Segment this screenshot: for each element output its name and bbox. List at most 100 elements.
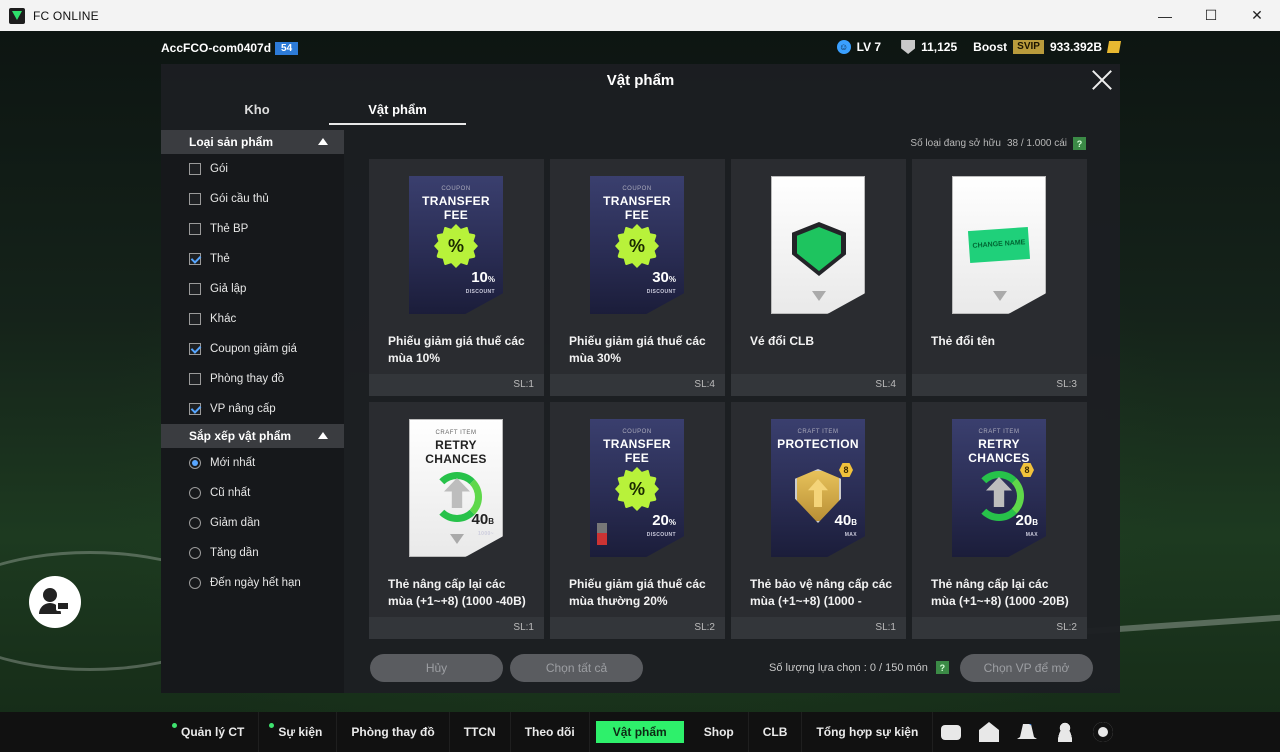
filter-option[interactable]: Coupon giảm giá <box>161 334 344 364</box>
hud-stats: ☺ LV 7 11,125 Boost SVIP 933.392B <box>836 40 1122 54</box>
sort-option[interactable]: Mới nhất <box>161 448 344 478</box>
sort-option[interactable]: Cũ nhất <box>161 478 344 508</box>
cancel-button[interactable]: Hủy <box>370 654 503 682</box>
item-card[interactable]: COUPON TRANSFER FEE% 20% DISCOUNT Phiếu giảm… <box>550 402 725 639</box>
card-value-sub: MAX <box>1025 532 1038 538</box>
card-tag: CRAFT ITEM <box>797 429 839 435</box>
card-tag: CRAFT ITEM <box>435 430 477 436</box>
account-name: AccFCO-com0407d <box>161 41 272 55</box>
filter-option[interactable]: Khác <box>161 304 344 334</box>
filter-option-label: Gói <box>210 163 228 175</box>
item-quantity: SL:2 <box>912 617 1087 639</box>
checkbox-icon[interactable] <box>189 223 201 235</box>
help-icon[interactable]: ? <box>935 661 949 674</box>
minimize-button[interactable]: — <box>1142 0 1188 31</box>
item-quantity: SL:1 <box>369 617 544 639</box>
item-quantity: SL:2 <box>550 617 725 639</box>
nav-item[interactable]: TTCN <box>450 712 511 752</box>
item-name: Phiếu giảm giá thuế các mùa 30% <box>569 334 706 365</box>
filter-option-label: VP nâng cấp <box>210 403 276 415</box>
checkbox-icon[interactable] <box>189 313 201 325</box>
notification-badge: 14 <box>1026 724 1037 726</box>
maximize-button[interactable]: ☐ <box>1188 0 1234 31</box>
filter-option[interactable]: VP nâng cấp <box>161 394 344 424</box>
tab-kho[interactable]: Kho <box>195 102 319 125</box>
card-value-number: 40 <box>834 512 852 529</box>
chat-bubble-button[interactable] <box>29 576 81 628</box>
card-value: 20% DISCOUNT <box>647 513 676 541</box>
nav-item[interactable]: CLB <box>749 712 803 752</box>
restricted-stamp-icon <box>597 523 607 545</box>
item-quantity: SL:4 <box>731 374 906 396</box>
item-card-image: COUPON TRANSFER FEE% 10% DISCOUNT <box>409 176 503 314</box>
home-icon[interactable]: 1 <box>979 722 999 742</box>
radio-icon[interactable] <box>189 487 201 499</box>
percent-badge-icon: % <box>434 224 478 268</box>
filter-sidebar: Loại sản phẩm Gói Gói cầu thủ Thẻ BP Thẻ Giả… <box>161 130 344 693</box>
help-icon[interactable]: ? <box>1073 137 1086 150</box>
item-card[interactable]: COUPON TRANSFER FEE% 30% DISCOUNT Phiếu giảm… <box>550 159 725 396</box>
card-title: RETRY CHANCES <box>425 438 487 466</box>
nav-item[interactable]: Tổng hợp sự kiện <box>802 712 934 752</box>
open-item-button[interactable]: Chọn VP để mở <box>960 654 1093 682</box>
item-card[interactable]: CHANGE NAME Thẻ đổi tên SL:3 <box>912 159 1087 396</box>
item-card[interactable]: COUPON TRANSFER FEE% 10% DISCOUNT Phiếu giảm… <box>369 159 544 396</box>
item-card[interactable]: CRAFT ITEM PROTECTION 8 40B MAX Thẻ bảo vệ nâ… <box>731 402 906 639</box>
item-artwork: COUPON TRANSFER FEE% 30% DISCOUNT <box>590 176 684 314</box>
checkbox-checked-icon[interactable] <box>189 343 201 355</box>
checkbox-checked-icon[interactable] <box>189 403 201 415</box>
account-info[interactable]: AccFCO-com0407d 54 <box>161 41 299 55</box>
modal-tabs: Kho Vật phẩm <box>195 102 466 125</box>
item-quantity: SL:1 <box>369 374 544 396</box>
user-icon[interactable] <box>1055 722 1075 742</box>
filter-option[interactable]: Gói cầu thủ <box>161 184 344 214</box>
collapse-up-icon[interactable] <box>318 432 328 439</box>
nav-item[interactable]: Vật phẩm <box>595 721 684 743</box>
sort-option[interactable]: Tăng dần <box>161 538 344 568</box>
collapse-up-icon[interactable] <box>318 138 328 145</box>
checkbox-icon[interactable] <box>189 283 201 295</box>
bell-icon[interactable]: 14 <box>1017 724 1037 739</box>
filter-option[interactable]: Thẻ <box>161 244 344 274</box>
item-card[interactable]: CRAFT ITEM RETRY CHANCES 40B 1000~ Thẻ nâng … <box>369 402 544 639</box>
product-type-header[interactable]: Loại sản phẩm <box>161 130 344 154</box>
checkbox-checked-icon[interactable] <box>189 253 201 265</box>
radio-icon[interactable] <box>189 577 201 589</box>
checkbox-icon[interactable] <box>189 373 201 385</box>
fc-logo-icon <box>450 534 464 544</box>
window-title: FC ONLINE <box>33 8 99 23</box>
smile-icon: ☺ <box>836 40 851 54</box>
nav-item[interactable]: Shop <box>690 712 749 752</box>
filter-option[interactable]: Phòng thay đồ <box>161 364 344 394</box>
nav-item[interactable]: Sự kiện <box>259 712 338 752</box>
item-card[interactable]: Vé đổi CLB SL:4 <box>731 159 906 396</box>
select-all-button[interactable]: Chọn tất cả <box>510 654 643 682</box>
sort-option[interactable]: Giảm dần <box>161 508 344 538</box>
close-icon[interactable] <box>1090 68 1114 92</box>
filter-option[interactable]: Gói <box>161 154 344 184</box>
close-window-button[interactable]: ✕ <box>1234 0 1280 31</box>
chat-icon[interactable] <box>941 724 961 740</box>
filter-option[interactable]: Giả lập <box>161 274 344 304</box>
checkbox-icon[interactable] <box>189 163 201 175</box>
nav-item[interactable]: Theo dõi <box>511 712 590 752</box>
radio-icon[interactable] <box>189 547 201 559</box>
gear-icon[interactable] <box>1093 722 1113 742</box>
sort-header[interactable]: Sắp xếp vật phẩm <box>161 424 344 448</box>
item-card[interactable]: CRAFT ITEM RETRY CHANCES 8 20B MAX Thẻ nâng c… <box>912 402 1087 639</box>
boost-label[interactable]: Boost <box>973 40 1007 54</box>
filter-option[interactable]: Thẻ BP <box>161 214 344 244</box>
card-value: 40B 1000~ <box>472 512 494 540</box>
checkbox-icon[interactable] <box>189 193 201 205</box>
nav-item[interactable]: Phòng thay đồ <box>337 712 450 752</box>
radio-selected-icon[interactable] <box>189 457 201 469</box>
card-value-sub: 1000~ <box>477 531 494 537</box>
sort-option[interactable]: Đến ngày hết hạn <box>161 568 344 598</box>
radio-icon[interactable] <box>189 517 201 529</box>
nav-item[interactable]: Quản lý CT <box>162 712 260 752</box>
tab-vat-pham[interactable]: Vật phẩm <box>329 102 466 125</box>
product-type-title: Loại sản phẩm <box>189 135 274 149</box>
card-value: 30% DISCOUNT <box>647 270 676 298</box>
sort-option-label: Đến ngày hết hạn <box>210 577 301 589</box>
card-tag: COUPON <box>441 186 471 192</box>
